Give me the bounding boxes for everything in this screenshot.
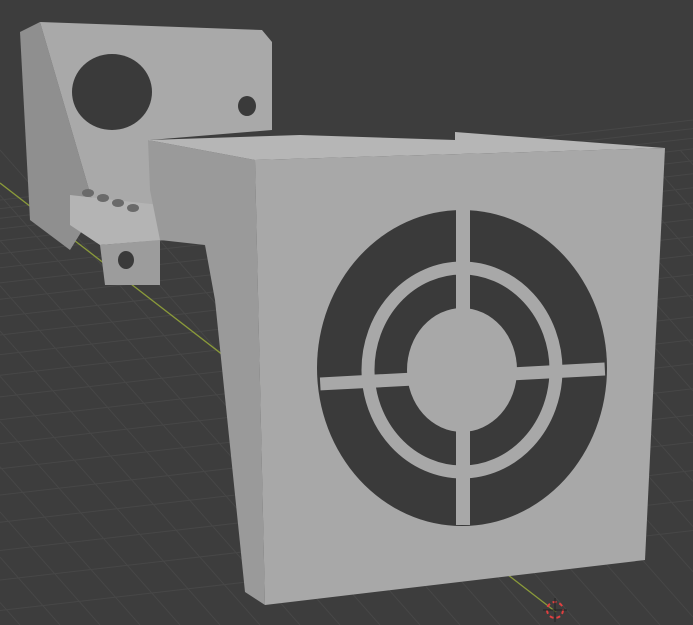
grid-line [0, 511, 101, 625]
fan-bracket-model[interactable] [20, 22, 665, 605]
grid-line [0, 330, 261, 625]
tab-hole [118, 251, 134, 269]
3d-viewport[interactable] [0, 0, 693, 625]
grid-line [0, 602, 21, 625]
tab-hole [112, 199, 124, 207]
back-plate-small-hole [238, 96, 256, 116]
grid-line [0, 466, 141, 625]
fan-spoke-vertical [456, 205, 470, 525]
grid-line [0, 421, 181, 625]
tab-hole [82, 189, 94, 197]
grid-line [0, 556, 61, 625]
3d-cursor-icon[interactable] [543, 598, 567, 622]
viewport-canvas[interactable] [0, 0, 693, 625]
duct-side [148, 140, 265, 605]
tab-hole [97, 194, 109, 202]
tab-hole [127, 204, 139, 212]
back-plate-large-hole [72, 54, 152, 130]
